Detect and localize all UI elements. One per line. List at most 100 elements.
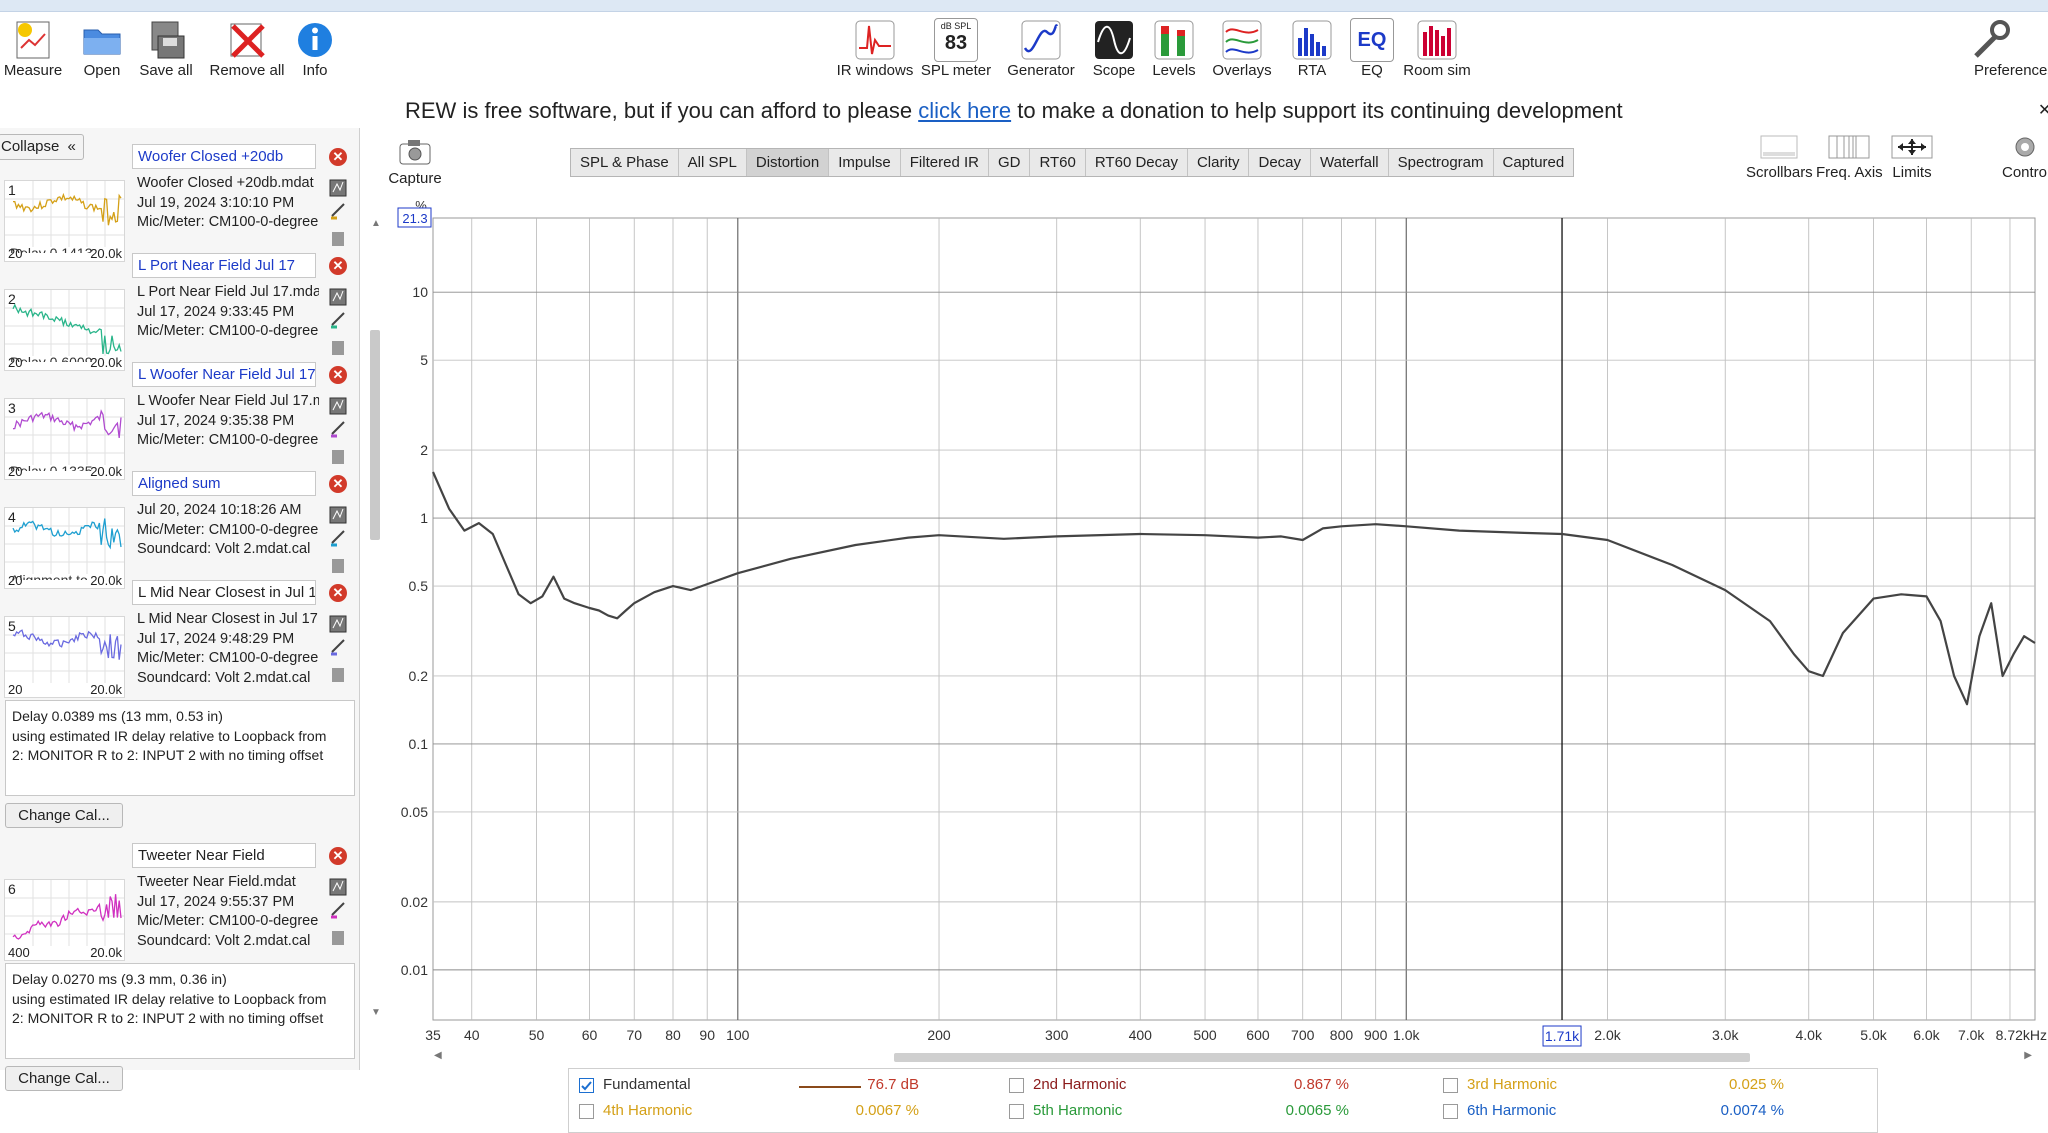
generator-button[interactable]: Generator — [1004, 0, 1078, 90]
edit-measurement-icon[interactable] — [331, 902, 345, 919]
measurement-thumbnail[interactable]: 5 20 20.0k — [4, 616, 125, 698]
remove-measurement-icon[interactable]: ✕ — [329, 475, 347, 493]
tab-spectrogram[interactable]: Spectrogram — [1389, 149, 1494, 176]
scroll-down-icon[interactable]: ▼ — [371, 1007, 381, 1018]
collapse-button[interactable]: Collapse « — [0, 134, 84, 160]
tab-impulse[interactable]: Impulse — [829, 149, 901, 176]
calibration-file-icon[interactable] — [332, 559, 344, 573]
remove-all-button[interactable]: Remove all — [206, 0, 288, 90]
tab-filtered-ir[interactable]: Filtered IR — [901, 149, 989, 176]
legend-checkbox[interactable] — [1443, 1078, 1458, 1093]
remove-measurement-icon[interactable]: ✕ — [329, 847, 347, 865]
hscrollbar-thumb[interactable] — [894, 1053, 1750, 1062]
measurement-name-field[interactable]: Tweeter Near Field — [132, 843, 316, 868]
freq-axis-button[interactable]: Freq. Axis — [1816, 134, 1883, 181]
preferences-button[interactable]: Preferences — [1966, 0, 2048, 90]
change-cal-button[interactable]: Change Cal... — [5, 803, 123, 828]
info-button[interactable]: Info — [290, 0, 340, 90]
measurement-info-line: L Port Near Field Jul 17.mdat — [137, 284, 319, 300]
overlays-button[interactable]: Overlays — [1206, 0, 1278, 90]
save-measurement-icon[interactable] — [329, 179, 347, 197]
tab-clarity[interactable]: Clarity — [1188, 149, 1250, 176]
y-tick-label: 0.2 — [409, 668, 429, 684]
calibration-file-icon[interactable] — [332, 931, 344, 945]
tab-waterfall[interactable]: Waterfall — [1311, 149, 1389, 176]
save-measurement-icon[interactable] — [329, 288, 347, 306]
legend-checkbox[interactable] — [1009, 1078, 1024, 1093]
eq-button[interactable]: EQ EQ — [1346, 0, 1398, 90]
scroll-left-icon[interactable]: ◀ — [434, 1050, 442, 1061]
tab-spl-phase[interactable]: SPL & Phase — [571, 149, 679, 176]
chart-hscrollbar[interactable]: ◀ ▶ — [432, 1050, 2032, 1064]
save-all-button[interactable]: Save all — [136, 0, 196, 90]
save-measurement-icon[interactable] — [329, 506, 347, 524]
scrollbar-thumb[interactable] — [370, 330, 380, 540]
edit-measurement-icon[interactable] — [331, 312, 345, 329]
legend-series-name: Fundamental — [603, 1076, 691, 1093]
measurement-thumbnail[interactable]: 6 400 20.0k — [4, 879, 125, 961]
tab-rt60[interactable]: RT60 — [1030, 149, 1086, 176]
double-chevron-left-icon: « — [67, 138, 76, 155]
save-measurement-icon[interactable] — [329, 397, 347, 415]
close-banner-icon[interactable]: ✕ — [2038, 100, 2048, 120]
scroll-right-icon[interactable]: ▶ — [2024, 1050, 2032, 1061]
scope-button[interactable]: Scope — [1086, 0, 1142, 90]
measurement-name-field[interactable]: Aligned sum — [132, 471, 316, 496]
room-sim-icon — [1417, 20, 1457, 60]
edit-measurement-icon[interactable] — [331, 530, 345, 547]
legend-checkbox[interactable] — [1009, 1104, 1024, 1119]
remove-measurement-icon[interactable]: ✕ — [329, 257, 347, 275]
measurement-name-field[interactable]: L Port Near Field Jul 17 — [132, 253, 316, 278]
edit-measurement-icon[interactable] — [331, 203, 345, 220]
tab-gd[interactable]: GD — [989, 149, 1031, 176]
change-cal-button[interactable]: Change Cal... — [5, 1066, 123, 1091]
y-tick-label: 0.5 — [409, 578, 429, 594]
measurement-info-line: Mic/Meter: CM100-0-degree — [137, 323, 319, 339]
y-axis-unit: % — [415, 198, 427, 213]
tab-captured[interactable]: Captured — [1494, 149, 1574, 176]
donation-link[interactable]: click here — [918, 98, 1011, 123]
levels-button[interactable]: Levels — [1148, 0, 1200, 90]
open-button[interactable]: Open — [72, 0, 132, 90]
edit-measurement-icon[interactable] — [331, 639, 345, 656]
scroll-up-icon[interactable]: ▲ — [371, 218, 381, 229]
controls-button[interactable]: Contro — [1992, 134, 2048, 181]
save-measurement-icon[interactable] — [329, 615, 347, 633]
measurement-notes[interactable]: Delay 0.0270 ms (9.3 mm, 0.36 in) using e… — [5, 963, 355, 1059]
tab-decay[interactable]: Decay — [1249, 149, 1312, 176]
legend-checkbox[interactable] — [579, 1078, 594, 1093]
graph-tabs: SPL & Phase All SPL Distortion Impulse Filte… — [570, 148, 1575, 177]
calibration-file-icon[interactable] — [332, 668, 344, 682]
rta-button[interactable]: RTA — [1284, 0, 1340, 90]
legend-checkbox[interactable] — [1443, 1104, 1458, 1119]
limits-button[interactable]: Limits — [1884, 134, 1940, 181]
calibration-file-icon[interactable] — [332, 450, 344, 464]
tab-rt60-decay[interactable]: RT60 Decay — [1086, 149, 1188, 176]
y-top-box[interactable] — [397, 207, 432, 228]
y-top-value: 21.3 — [402, 211, 427, 226]
legend-checkbox[interactable] — [579, 1104, 594, 1119]
remove-measurement-icon[interactable]: ✕ — [329, 148, 347, 166]
tab-distortion[interactable]: Distortion — [746, 149, 830, 176]
measurement-name-field[interactable]: Woofer Closed +20db — [132, 144, 316, 169]
remove-measurement-icon[interactable]: ✕ — [329, 366, 347, 384]
measurement-info: L Woofer Near Field Jul 17.mdat Jul 17, 2… — [137, 392, 319, 451]
measurement-notes[interactable]: Delay 0.0389 ms (13 mm, 0.53 in) using es… — [5, 700, 355, 796]
calibration-file-icon[interactable] — [332, 341, 344, 355]
panel-scrollbar[interactable]: ▲ ▼ — [367, 210, 383, 1018]
cursor-box[interactable] — [1542, 1025, 1582, 1047]
spl-meter-button[interactable]: dB SPL 83 SPL meter — [918, 0, 994, 90]
measurement-name-field[interactable]: L Mid Near Closest in Jul 17 — [132, 580, 316, 605]
ir-windows-button[interactable]: IR windows — [834, 0, 916, 90]
measure-button[interactable]: Measure — [0, 0, 66, 90]
measurement-name-field[interactable]: L Woofer Near Field Jul 17 — [132, 362, 316, 387]
capture-button[interactable]: Capture — [386, 138, 444, 187]
donation-message: REW is free software, but if you can aff… — [405, 98, 1623, 123]
calibration-file-icon[interactable] — [332, 232, 344, 246]
edit-measurement-icon[interactable] — [331, 421, 345, 438]
scrollbars-button[interactable]: Scrollbars — [1746, 134, 1813, 181]
room-sim-button[interactable]: Room sim — [1400, 0, 1474, 90]
remove-measurement-icon[interactable]: ✕ — [329, 584, 347, 602]
tab-all-spl[interactable]: All SPL — [679, 149, 747, 176]
save-measurement-icon[interactable] — [329, 878, 347, 896]
